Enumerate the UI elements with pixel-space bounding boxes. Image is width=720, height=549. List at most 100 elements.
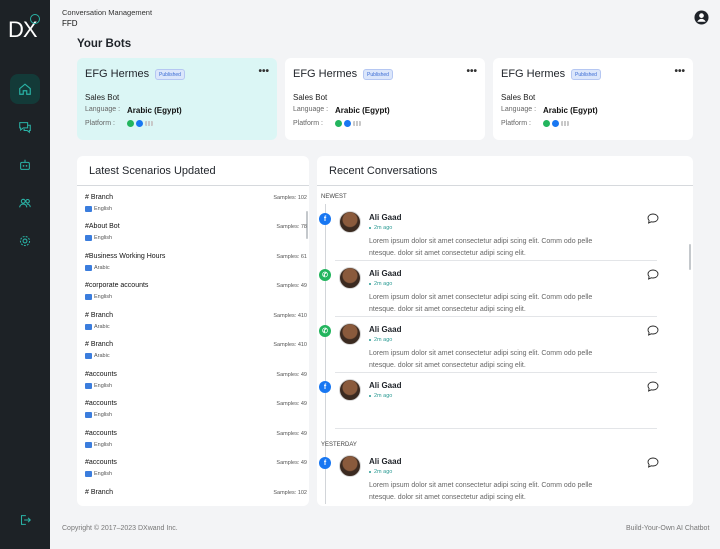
- conversations-title: Recent Conversations: [329, 165, 438, 177]
- scenario-row[interactable]: #accounts Samples: 49 English: [85, 430, 307, 459]
- bot-name: EFG Hermes: [293, 68, 358, 80]
- scenario-row[interactable]: #accounts Samples: 49 English: [85, 371, 307, 400]
- scenario-row[interactable]: #accounts Samples: 49 English: [85, 459, 307, 488]
- scenario-language: English: [85, 442, 112, 448]
- whatsapp-icon: [543, 120, 550, 127]
- language-text: English: [94, 294, 113, 300]
- bot-icon: [20, 159, 30, 170]
- message-preview: Lorem ipsum dolor sit amet consectetur a…: [369, 238, 593, 257]
- scenario-row[interactable]: # Branch Samples: 410 Arabic: [85, 341, 307, 370]
- language-label: Language :: [501, 106, 537, 113]
- sidebar-item-settings[interactable]: [10, 226, 40, 256]
- scenario-samples: Samples: 102: [273, 490, 307, 496]
- scenario-language: English: [85, 294, 112, 300]
- message-time: 2m ago: [368, 281, 393, 287]
- scenario-samples: Samples: 102: [273, 195, 307, 201]
- conversation-item[interactable]: ✆ Ali Gaad 2m ago Lorem ipsum dolor sit …: [319, 264, 659, 320]
- sidebar-item-bots[interactable]: [10, 150, 40, 180]
- avatar: [339, 267, 361, 289]
- more-options-icon[interactable]: •••: [258, 66, 269, 77]
- status-badge: Published: [571, 69, 601, 80]
- reply-chat-icon[interactable]: [647, 269, 659, 280]
- scenario-samples: Samples: 49: [276, 431, 307, 437]
- scenario-row[interactable]: # Branch Samples: 102 English: [85, 194, 307, 223]
- sidebar-item-conversations[interactable]: [10, 112, 40, 142]
- translate-icon: [85, 206, 92, 212]
- language-value: Arabic (Egypt): [127, 106, 182, 115]
- conversation-item[interactable]: f Ali Gaad 2m ago Lorem ipsum dolor sit …: [319, 452, 659, 506]
- avatar: [339, 323, 361, 345]
- language-text: English: [94, 471, 113, 477]
- scenarios-panel: Latest Scenarios Updated # Branch Sample…: [77, 156, 309, 506]
- scenario-samples: Samples: 61: [276, 254, 307, 260]
- bot-card[interactable]: EFG Hermes Published ••• Sales Bot Langu…: [77, 58, 277, 140]
- scenario-row[interactable]: # Branch Samples: 410 Arabic: [85, 312, 307, 341]
- scenario-samples: Samples: 410: [273, 313, 307, 319]
- scenario-language: English: [85, 471, 112, 477]
- scenario-row[interactable]: # Branch Samples: 102: [85, 489, 307, 506]
- conversation-item[interactable]: ✆ Ali Gaad 2m ago Lorem ipsum dolor sit …: [319, 320, 659, 376]
- sidebar-item-home[interactable]: [10, 74, 40, 104]
- scenario-name: #accounts: [85, 430, 117, 437]
- scenario-language: English: [85, 235, 112, 241]
- platform-label: Platform :: [85, 120, 115, 127]
- web-icon: [561, 121, 569, 126]
- divider: [317, 185, 693, 186]
- user-circle-icon[interactable]: [694, 10, 709, 25]
- divider: [335, 372, 657, 373]
- breadcrumb[interactable]: Conversation Management: [62, 8, 152, 17]
- language-text: Arabic: [94, 353, 110, 359]
- scenario-row[interactable]: #corporate accounts Samples: 49 English: [85, 282, 307, 311]
- scenario-row[interactable]: #About Bot Samples: 78 English: [85, 223, 307, 252]
- facebook-icon: [136, 120, 143, 127]
- whatsapp-icon: ✆: [319, 269, 331, 281]
- bot-type: Sales Bot: [85, 93, 120, 102]
- conversation-item[interactable]: f Ali Gaad 2m ago: [319, 376, 659, 432]
- web-icon: [353, 121, 361, 126]
- message-time: 2m ago: [368, 337, 393, 343]
- language-text: Arabic: [94, 265, 110, 271]
- translate-icon: [85, 471, 92, 477]
- scenario-name: #accounts: [85, 400, 117, 407]
- translate-icon: [85, 324, 92, 330]
- scenario-language: Arabic: [85, 353, 110, 359]
- translate-icon: [85, 383, 92, 389]
- more-options-icon[interactable]: •••: [674, 66, 685, 77]
- sidebar-logout[interactable]: [10, 505, 40, 535]
- message-time: 2m ago: [368, 393, 393, 399]
- scenario-language: English: [85, 383, 112, 389]
- reply-chat-icon[interactable]: [647, 213, 659, 224]
- whatsapp-icon: [335, 120, 342, 127]
- day-label: NEWEST: [321, 194, 347, 200]
- contact-name: Ali Gaad: [369, 381, 402, 390]
- scenario-row[interactable]: #Business Working Hours Samples: 61 Arab…: [85, 253, 307, 282]
- scenario-samples: Samples: 410: [273, 342, 307, 348]
- bot-type: Sales Bot: [501, 93, 536, 102]
- more-options-icon[interactable]: •••: [466, 66, 477, 77]
- bot-card[interactable]: EFG Hermes Published ••• Sales Bot Langu…: [493, 58, 693, 140]
- divider: [335, 428, 657, 429]
- scenario-row[interactable]: #accounts Samples: 49 English: [85, 400, 307, 429]
- dxwand-logo[interactable]: DX: [8, 14, 42, 44]
- reply-chat-icon[interactable]: [647, 457, 659, 468]
- divider: [335, 316, 657, 317]
- reply-chat-icon[interactable]: [647, 381, 659, 392]
- scenario-samples: Samples: 49: [276, 283, 307, 289]
- logout-icon: [20, 515, 31, 525]
- reply-chat-icon[interactable]: [647, 325, 659, 336]
- language-value: Arabic (Egypt): [335, 106, 390, 115]
- bot-type: Sales Bot: [293, 93, 328, 102]
- web-icon: [145, 121, 153, 126]
- bot-card[interactable]: EFG Hermes Published ••• Sales Bot Langu…: [285, 58, 485, 140]
- language-text: English: [94, 206, 113, 212]
- whatsapp-icon: [127, 120, 134, 127]
- scenario-name: #accounts: [85, 371, 117, 378]
- divider: [77, 185, 309, 186]
- footer-tagline: Build-Your-Own AI Chatbot: [626, 525, 710, 532]
- sidebar-item-users[interactable]: [10, 188, 40, 218]
- scrollbar[interactable]: [689, 244, 691, 270]
- language-label: Language :: [293, 106, 329, 113]
- conversation-item[interactable]: f Ali Gaad 2m ago Lorem ipsum dolor sit …: [319, 208, 659, 264]
- language-text: English: [94, 383, 113, 389]
- contact-name: Ali Gaad: [369, 325, 402, 334]
